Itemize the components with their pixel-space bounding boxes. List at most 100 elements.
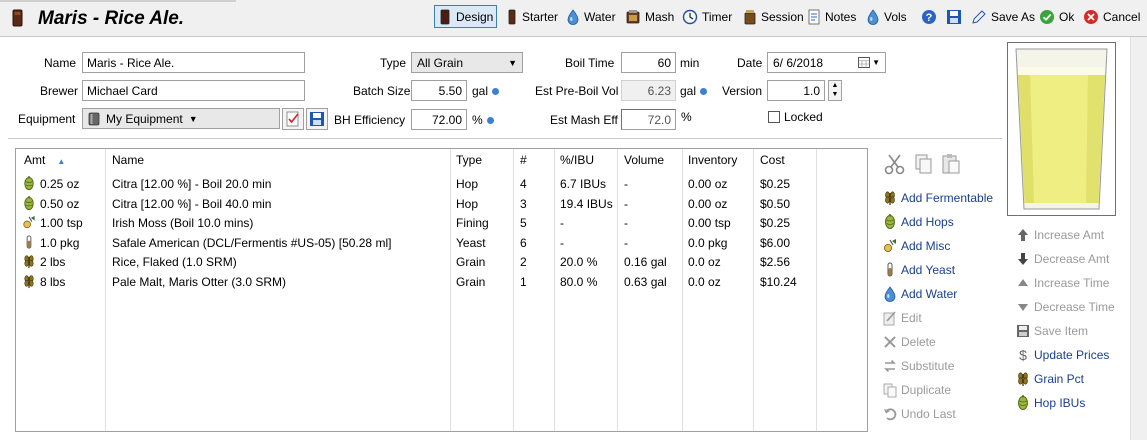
decrease-time-label: Decrease Time [1034, 300, 1115, 314]
boil-time-unit: min [680, 56, 700, 70]
recipe-icon [12, 9, 23, 27]
table-row[interactable]: 0.50 oz Citra [12.00 %] - Boil 40.0 min Ho… [16, 194, 867, 213]
grain-pct-button[interactable]: Grain Pct [1016, 371, 1084, 387]
ok-button[interactable]: Ok [1039, 6, 1074, 27]
mash-eff-label: Est Mash Eff [550, 113, 618, 127]
starter-label: Starter [522, 9, 559, 24]
save-button[interactable] [946, 6, 966, 27]
substitute-button[interactable]: Substitute [883, 358, 954, 374]
col-header-number[interactable]: # [520, 149, 527, 172]
bh-efficiency-field[interactable]: 72.00 [411, 109, 467, 130]
cell-cost: $0.25 [760, 177, 791, 191]
delete-button[interactable]: Delete [883, 334, 936, 350]
save-item-button[interactable]: Save Item [1016, 323, 1088, 339]
ingredients-table[interactable]: Amt ▲ Name Type # %/IBU Volume Inventory … [15, 148, 868, 432]
cancel-button[interactable]: Cancel [1083, 6, 1140, 27]
name-field[interactable]: Maris - Rice Ale. [82, 52, 305, 73]
boil-time-field[interactable]: 60 [621, 52, 676, 73]
undo-last-label: Undo Last [901, 407, 956, 421]
edit-button[interactable]: Edit [883, 310, 922, 326]
table-row[interactable]: 1.0 pkg Safale American (DCL/Fermentis #U… [16, 233, 867, 252]
starter-button[interactable]: Starter [506, 6, 558, 27]
cell-type: Grain [456, 255, 486, 270]
col-header-inventory[interactable]: Inventory [688, 149, 737, 172]
floppy-icon [1017, 325, 1029, 337]
col-header-type[interactable]: Type [456, 149, 482, 172]
version-spinner[interactable]: ▲ ▼ [828, 80, 842, 101]
clock-icon [682, 9, 698, 24]
copy-icon[interactable] [911, 152, 935, 176]
table-row[interactable]: 8 lbs Pale Malt, Maris Otter (3.0 SRM) Gra… [16, 272, 867, 291]
cell-inventory: 0.0 pkg [688, 235, 728, 250]
mash-button[interactable]: Mash [625, 6, 674, 27]
design-button[interactable]: Design [434, 5, 498, 28]
update-prices-button[interactable]: $ Update Prices [1016, 347, 1109, 363]
delete-icon [884, 336, 896, 348]
add-water-button[interactable]: Add Water [883, 286, 957, 302]
notes-button[interactable]: Notes [807, 6, 856, 27]
edit-label: Edit [901, 311, 922, 325]
add-hops-label: Add Hops [901, 215, 954, 229]
cell-volume: - [624, 177, 628, 191]
cell-num: 1 [520, 275, 527, 289]
locked-checkbox[interactable] [768, 111, 780, 123]
type-select[interactable]: All Grain ▼ [411, 52, 523, 73]
hop-ibus-button[interactable]: Hop IBUs [1016, 395, 1085, 411]
timer-button[interactable]: Timer [682, 6, 732, 27]
vertical-scrollbar[interactable] [1130, 37, 1147, 440]
table-row[interactable]: 1.00 tsp Irish Moss (Boil 10.0 mins) Finin… [16, 213, 867, 232]
duplicate-button[interactable]: Duplicate [883, 382, 951, 398]
save-as-button[interactable]: Save As [971, 6, 1035, 27]
date-picker[interactable]: 6/ 6/2018 ▼ [767, 52, 886, 73]
save-equipment-button[interactable] [306, 108, 328, 130]
notes-icon [808, 9, 820, 24]
add-fermentable-button[interactable]: Add Fermentable [883, 190, 993, 206]
calendar-icon[interactable]: ▼ [858, 57, 880, 68]
help-button[interactable]: ? [921, 6, 941, 27]
increase-time-button[interactable]: Increase Time [1016, 275, 1109, 291]
paste-icon[interactable] [939, 152, 963, 176]
session-icon [744, 9, 756, 24]
form-divider [8, 138, 1002, 139]
add-misc-button[interactable]: Add Misc [883, 238, 950, 254]
bh-efficiency-info-icon[interactable] [487, 117, 494, 124]
grain-icon [22, 254, 36, 272]
decrease-amount-label: Decrease Amt [1034, 252, 1110, 266]
equipment-select[interactable]: My Equipment ▼ [82, 108, 280, 129]
col-header-amt[interactable]: Amt ▲ [24, 149, 65, 172]
col-header-volume[interactable]: Volume [624, 149, 664, 172]
water-button[interactable]: Water [566, 6, 616, 27]
vols-label: Vols [884, 9, 907, 24]
hop-icon [22, 175, 36, 194]
decrease-amount-button[interactable]: Decrease Amt [1016, 251, 1109, 267]
col-header-cost[interactable]: Cost [760, 149, 785, 172]
undo-last-button[interactable]: Undo Last [883, 406, 956, 422]
add-yeast-button[interactable]: Add Yeast [883, 262, 955, 278]
cut-icon[interactable] [883, 152, 907, 176]
session-button[interactable]: Session [743, 6, 804, 27]
decrease-time-button[interactable]: Decrease Time [1016, 299, 1115, 315]
cell-pct: - [560, 235, 564, 250]
table-row[interactable]: 0.25 oz Citra [12.00 %] - Boil 20.0 min Ho… [16, 174, 867, 193]
locked-label: Locked [784, 110, 823, 124]
chevron-down-icon: ▼ [188, 113, 198, 124]
mash-eff-unit: % [681, 110, 692, 124]
batch-size-info-icon[interactable] [492, 88, 499, 95]
brewer-field[interactable]: Michael Card [82, 80, 305, 101]
pre-boil-vol-info-icon[interactable] [700, 88, 707, 95]
version-label: Version [722, 84, 763, 98]
increase-amount-button[interactable]: Increase Amt [1016, 227, 1104, 243]
batch-size-field[interactable]: 5.50 [411, 80, 467, 101]
table-row[interactable]: 2 lbs Rice, Flaked (1.0 SRM) Grain 2 20.0 % 0… [16, 252, 867, 271]
ok-label: Ok [1059, 9, 1075, 24]
cell-cost: $6.00 [760, 235, 791, 250]
col-header-name[interactable]: Name [112, 149, 144, 172]
toolbar: Maris - Rice Ale. Design Starter Water M… [0, 0, 1147, 37]
add-hops-button[interactable]: Add Hops [883, 214, 954, 230]
vols-button[interactable]: Vols [866, 6, 907, 27]
bh-efficiency-unit: % [472, 113, 483, 127]
col-header-pct-ibu[interactable]: %/IBU [560, 149, 594, 172]
edit-equipment-button[interactable] [282, 108, 304, 130]
svg-text:$: $ [1019, 347, 1027, 363]
version-field[interactable]: 1.0 [767, 80, 825, 101]
